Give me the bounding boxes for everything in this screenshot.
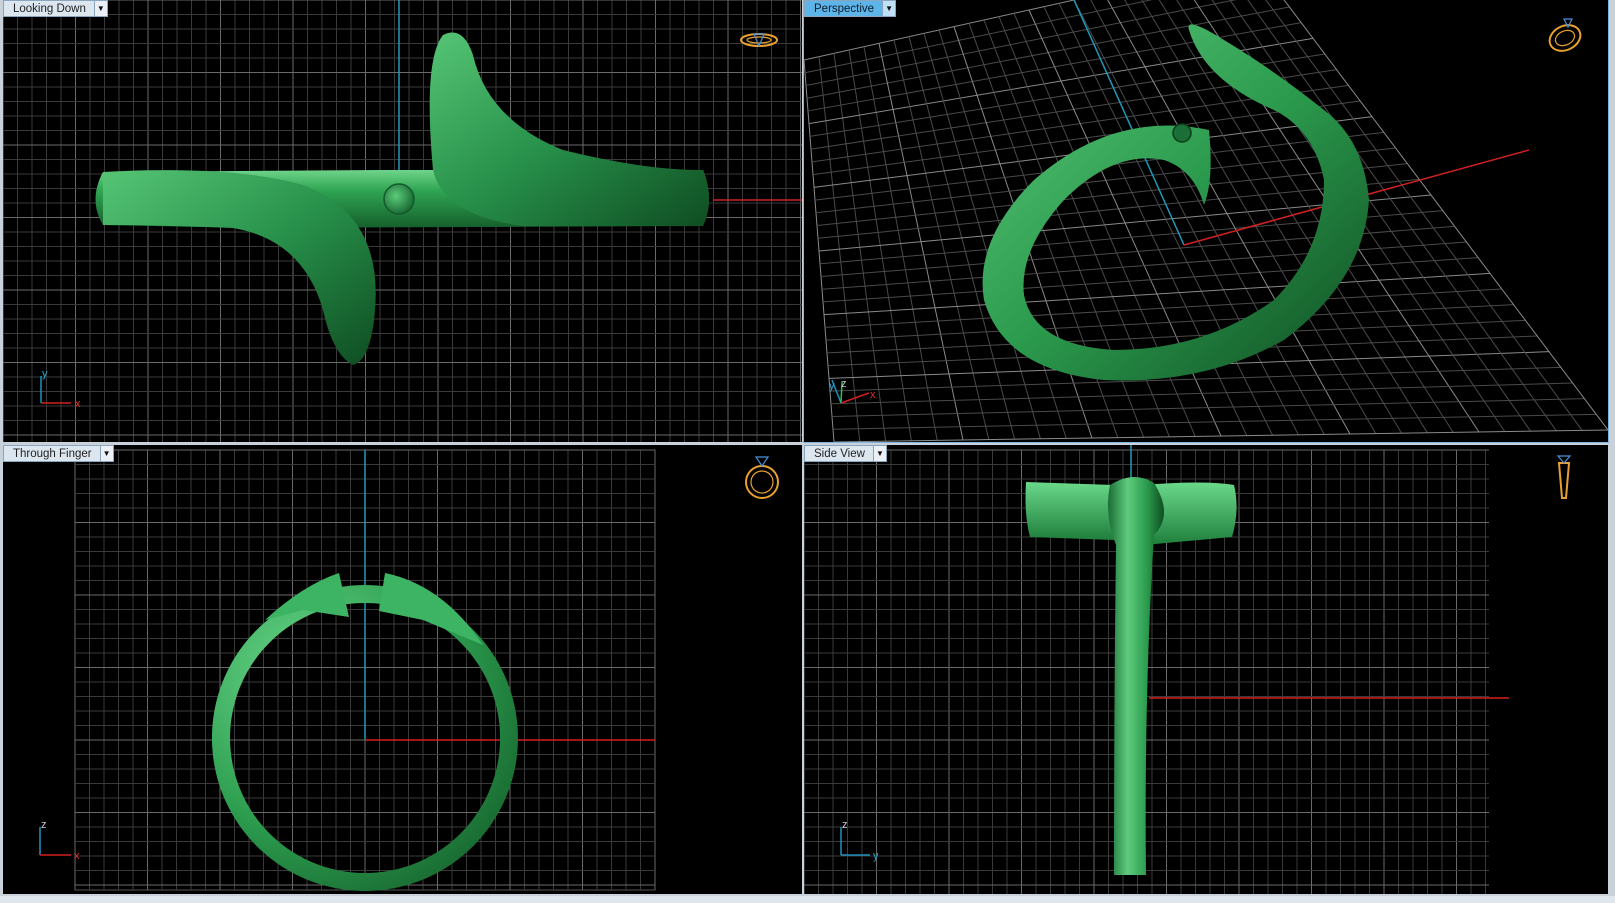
axis-label-y: y bbox=[42, 368, 48, 380]
grid-line bbox=[1283, 0, 1608, 431]
axis-label-z: z bbox=[841, 378, 847, 390]
axis-triad: z x bbox=[39, 819, 80, 862]
stone-seat bbox=[1172, 123, 1192, 143]
axis-label-x: x bbox=[870, 389, 876, 401]
axis-triad: z y bbox=[840, 819, 879, 862]
viewport-looking-down[interactable]: Looking Down ▼ y x bbox=[3, 0, 802, 442]
axis-label-x: x bbox=[75, 398, 81, 410]
viewport-label-perspective[interactable]: Perspective ▼ bbox=[804, 0, 897, 17]
viewport-label-through-finger[interactable]: Through Finger ▼ bbox=[3, 445, 114, 462]
viewport-through-finger[interactable]: Through Finger ▼ z x bbox=[3, 445, 802, 894]
front-view-scene: z x bbox=[39, 449, 656, 891]
ring-view-icon[interactable] bbox=[1544, 15, 1586, 57]
grid-perspective bbox=[804, 0, 1608, 442]
chevron-down-icon[interactable]: ▼ bbox=[99, 446, 113, 461]
grid-line bbox=[825, 304, 1514, 341]
viewport-title: Perspective bbox=[814, 2, 875, 15]
axis-label-x: x bbox=[74, 850, 80, 862]
viewport-title: Side View bbox=[814, 447, 865, 460]
ring-head-left bbox=[1025, 482, 1114, 540]
chevron-down-icon[interactable]: ▼ bbox=[93, 1, 107, 16]
viewport-label-side-view[interactable]: Side View ▼ bbox=[804, 445, 887, 462]
status-bar bbox=[0, 896, 1615, 903]
ring-leaf-right bbox=[429, 32, 709, 226]
stone-seat bbox=[383, 183, 415, 215]
grid-line bbox=[830, 382, 1573, 405]
viewport-title: Through Finger bbox=[13, 447, 92, 460]
viewport-perspective[interactable]: Perspective ▼ y z x bbox=[803, 0, 1609, 443]
jewelry-cad-app: Looking Down ▼ y x Perspective ▼ y z x T… bbox=[0, 0, 1615, 903]
grid-line bbox=[833, 429, 1608, 442]
ring-view-icon[interactable] bbox=[1549, 453, 1579, 505]
viewport-side-view[interactable]: Side View ▼ z y bbox=[804, 445, 1608, 894]
perspective-scene: y z x bbox=[804, 0, 1608, 442]
axis-label-z: z bbox=[41, 819, 47, 831]
top-view-scene: y x bbox=[3, 0, 802, 442]
axis-label-y: y bbox=[829, 380, 835, 392]
viewport-title: Looking Down bbox=[13, 2, 86, 15]
grid-line bbox=[831, 398, 1585, 418]
viewport-label-looking-down[interactable]: Looking Down ▼ bbox=[3, 0, 108, 17]
side-view-scene: z y bbox=[804, 445, 1509, 894]
chevron-down-icon[interactable]: ▼ bbox=[872, 446, 886, 461]
axis-label-y: y bbox=[873, 850, 879, 862]
ring-view-icon[interactable] bbox=[741, 453, 783, 501]
ring-view-icon[interactable] bbox=[738, 26, 780, 50]
axis-label-z: z bbox=[842, 819, 848, 831]
grid-line bbox=[832, 413, 1597, 430]
chevron-down-icon[interactable]: ▼ bbox=[882, 1, 896, 16]
